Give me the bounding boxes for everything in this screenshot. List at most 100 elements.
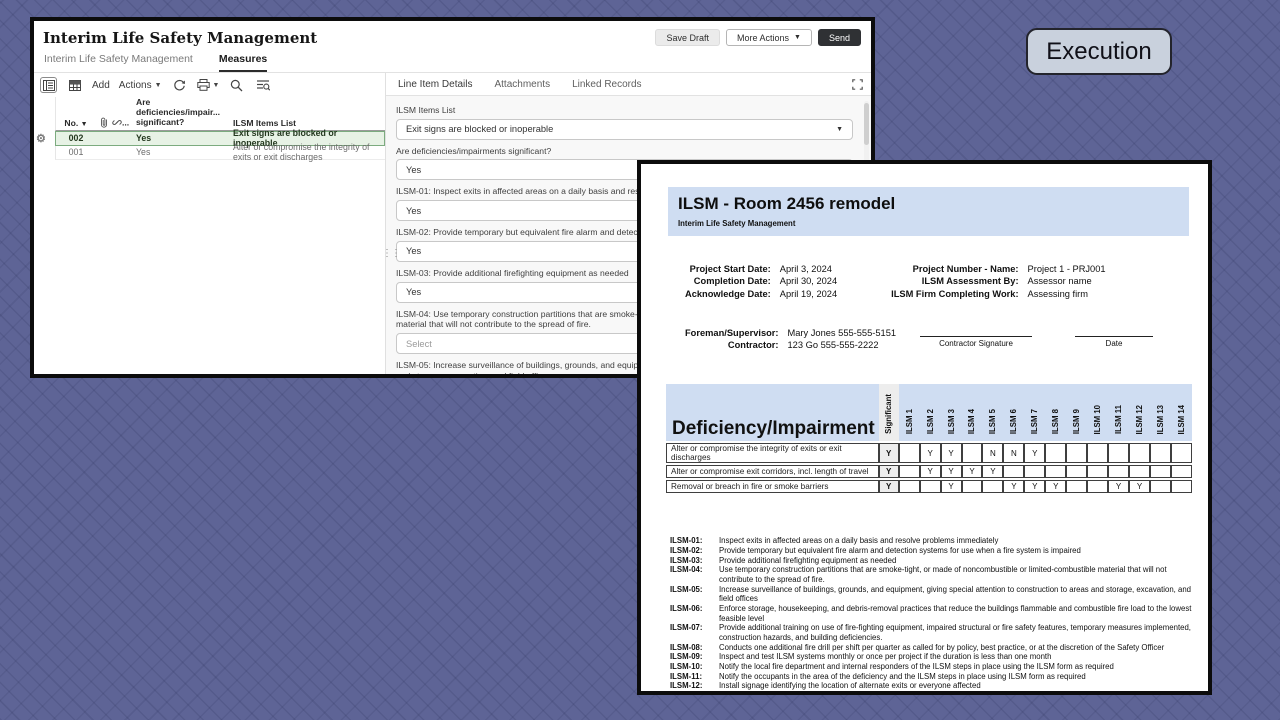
definition-code: ILSM-03: [670, 556, 719, 566]
contacts-group: Foreman/Supervisor:Mary Jones 555-555-51… [685, 327, 896, 352]
grid-view-toggle-icon[interactable] [66, 77, 83, 93]
column-header-ilsm-items[interactable]: ILSM Items List [233, 118, 385, 128]
matrix-row: Alter or compromise exit corridors, incl… [666, 465, 1192, 478]
search-icon[interactable] [228, 77, 245, 93]
matrix-significant-cell: Y [879, 443, 899, 463]
matrix-mark-cell: Y [1003, 480, 1024, 493]
column-header-no[interactable]: No. ▼ [56, 118, 96, 128]
matrix-mark-cell [920, 480, 941, 493]
matrix-header-ilsm: ILSM 10 [1087, 384, 1108, 441]
column-header-attachment[interactable] [96, 117, 112, 128]
signature-line [1075, 336, 1153, 337]
filter-search-icon[interactable] [254, 77, 271, 93]
table-header-row: No. ▼ ... Are deficiencies/impair... sig… [55, 97, 385, 131]
signature-area: Contractor Signature Date [920, 336, 1153, 350]
definition-text: Inspect exits in affected areas on a dai… [719, 536, 1194, 546]
definition-row: ILSM-04:Use temporary construction parti… [670, 565, 1194, 584]
matrix-mark-cell [1150, 465, 1171, 478]
field-dropdown[interactable]: Exit signs are blocked or inoperable▼ [396, 119, 853, 140]
matrix-mark-cell: Y [941, 480, 962, 493]
matrix-row: Alter or compromise the integrity of exi… [666, 443, 1192, 463]
matrix-header-ilsm: ILSM 4 [962, 384, 983, 441]
matrix-mark-cell: Y [941, 443, 962, 463]
info-value: April 19, 2024 [780, 288, 837, 300]
column-header-link[interactable]: ... [112, 117, 136, 128]
expand-icon[interactable] [852, 79, 863, 90]
header-buttons: Save Draft More Actions▼ Send [655, 29, 861, 46]
matrix-mark-cell [1150, 480, 1171, 493]
save-draft-button[interactable]: Save Draft [655, 29, 720, 46]
scrollbar-thumb[interactable] [864, 103, 869, 145]
more-actions-button[interactable]: More Actions▼ [726, 29, 812, 46]
contact-value: Mary Jones 555-555-5151 [788, 327, 897, 339]
table-row[interactable]: 001YesAlter or compromise the integrity … [55, 146, 385, 160]
matrix-row: Removal or breach in fire or smoke barri… [666, 480, 1192, 493]
deficiency-matrix-section: Deficiency/Impairment Significant ILSM 1… [666, 382, 1192, 495]
definition-text: Refer to "Fire Watch Policy" [719, 691, 1194, 695]
definition-row: ILSM-09:Inspect and test ILSM systems mo… [670, 652, 1194, 662]
report-subtitle: Interim Life Safety Management [678, 219, 1179, 228]
add-button[interactable]: Add [92, 80, 110, 91]
field-value: Yes [406, 246, 421, 256]
matrix-mark-cell: Y [1129, 480, 1150, 493]
tab-measures[interactable]: Measures [219, 53, 267, 72]
chevron-down-icon: ▼ [155, 82, 162, 89]
deficiency-matrix-table: Deficiency/Impairment Significant ILSM 1… [666, 382, 1192, 495]
matrix-header-deficiency: Deficiency/Impairment [666, 384, 879, 441]
tab-linked-records[interactable]: Linked Records [572, 79, 641, 90]
definition-text: Provide additional training on use of fi… [719, 623, 1194, 642]
field-label: ILSM Items List [396, 105, 853, 116]
info-value: April 30, 2024 [780, 275, 837, 287]
print-dropdown[interactable]: ▼ [197, 79, 220, 91]
project-meta-group: Project Number - Name:Project 1 - PRJ001… [891, 263, 1105, 300]
tab-interim-life-safety-management[interactable]: Interim Life Safety Management [44, 53, 193, 72]
definition-text: Notify the occupants in the area of the … [719, 672, 1194, 682]
tab-attachments[interactable]: Attachments [494, 79, 550, 90]
definition-code: ILSM-13: [670, 691, 719, 695]
tab-line-item-details[interactable]: Line Item Details [398, 79, 472, 90]
matrix-mark-cell [1066, 443, 1087, 463]
measures-table: No. ▼ ... Are deficiencies/impair... sig… [55, 97, 385, 374]
definition-row: ILSM-11:Notify the occupants in the area… [670, 672, 1194, 682]
matrix-mark-cell: Y [962, 465, 983, 478]
cell-significant: Yes [136, 133, 233, 143]
matrix-significant-cell: Y [879, 480, 899, 493]
matrix-mark-cell [982, 480, 1003, 493]
column-header-significant[interactable]: Are deficiencies/impair... significant? [136, 98, 233, 128]
matrix-mark-cell: Y [1045, 480, 1066, 493]
definition-text: Inspect and test ILSM systems monthly or… [719, 652, 1194, 662]
project-dates-group: Project Start Date:April 3, 2024Completi… [685, 263, 837, 300]
info-label: Completion Date: [685, 275, 771, 287]
send-label: Send [829, 33, 850, 43]
send-button[interactable]: Send [818, 29, 861, 46]
actions-dropdown[interactable]: Actions ▼ [119, 80, 162, 91]
definition-text: Provide additional firefighting equipmen… [719, 556, 1194, 566]
matrix-mark-cell: Y [1024, 443, 1045, 463]
definition-code: ILSM-08: [670, 643, 719, 653]
refresh-icon[interactable] [171, 77, 188, 93]
matrix-header-ilsm: ILSM 5 [982, 384, 1003, 441]
field-value: Yes [406, 287, 421, 297]
definition-text: Use temporary construction partitions th… [719, 565, 1194, 584]
definition-code: ILSM-07: [670, 623, 719, 642]
form-view-toggle-icon[interactable] [40, 77, 57, 93]
app-header: Interim Life Safety Management Save Draf… [34, 21, 871, 49]
matrix-header-ilsm: ILSM 1 [899, 384, 920, 441]
field-value: Select [406, 339, 432, 349]
matrix-mark-cell [1045, 465, 1066, 478]
pane-resize-handle[interactable]: ⋮⋮ [382, 248, 400, 259]
definition-code: ILSM-01: [670, 536, 719, 546]
printer-icon [197, 79, 210, 91]
matrix-header-ilsm: ILSM 13 [1150, 384, 1171, 441]
gear-icon[interactable]: ⚙ [36, 132, 46, 145]
info-label: ILSM Assessment By: [891, 275, 1018, 287]
field-value: Yes [406, 206, 421, 216]
info-value: April 3, 2024 [780, 263, 837, 275]
cell-no: 001 [56, 147, 96, 157]
definition-row: ILSM-03:Provide additional firefighting … [670, 556, 1194, 566]
matrix-header-ilsm: ILSM 7 [1024, 384, 1045, 441]
info-value: Assessor name [1028, 275, 1106, 287]
app-table-body: ⚙002YesExit signs are blocked or inopera… [55, 131, 385, 160]
cell-significant: Yes [136, 147, 233, 157]
matrix-mark-cell: Y [1108, 480, 1129, 493]
